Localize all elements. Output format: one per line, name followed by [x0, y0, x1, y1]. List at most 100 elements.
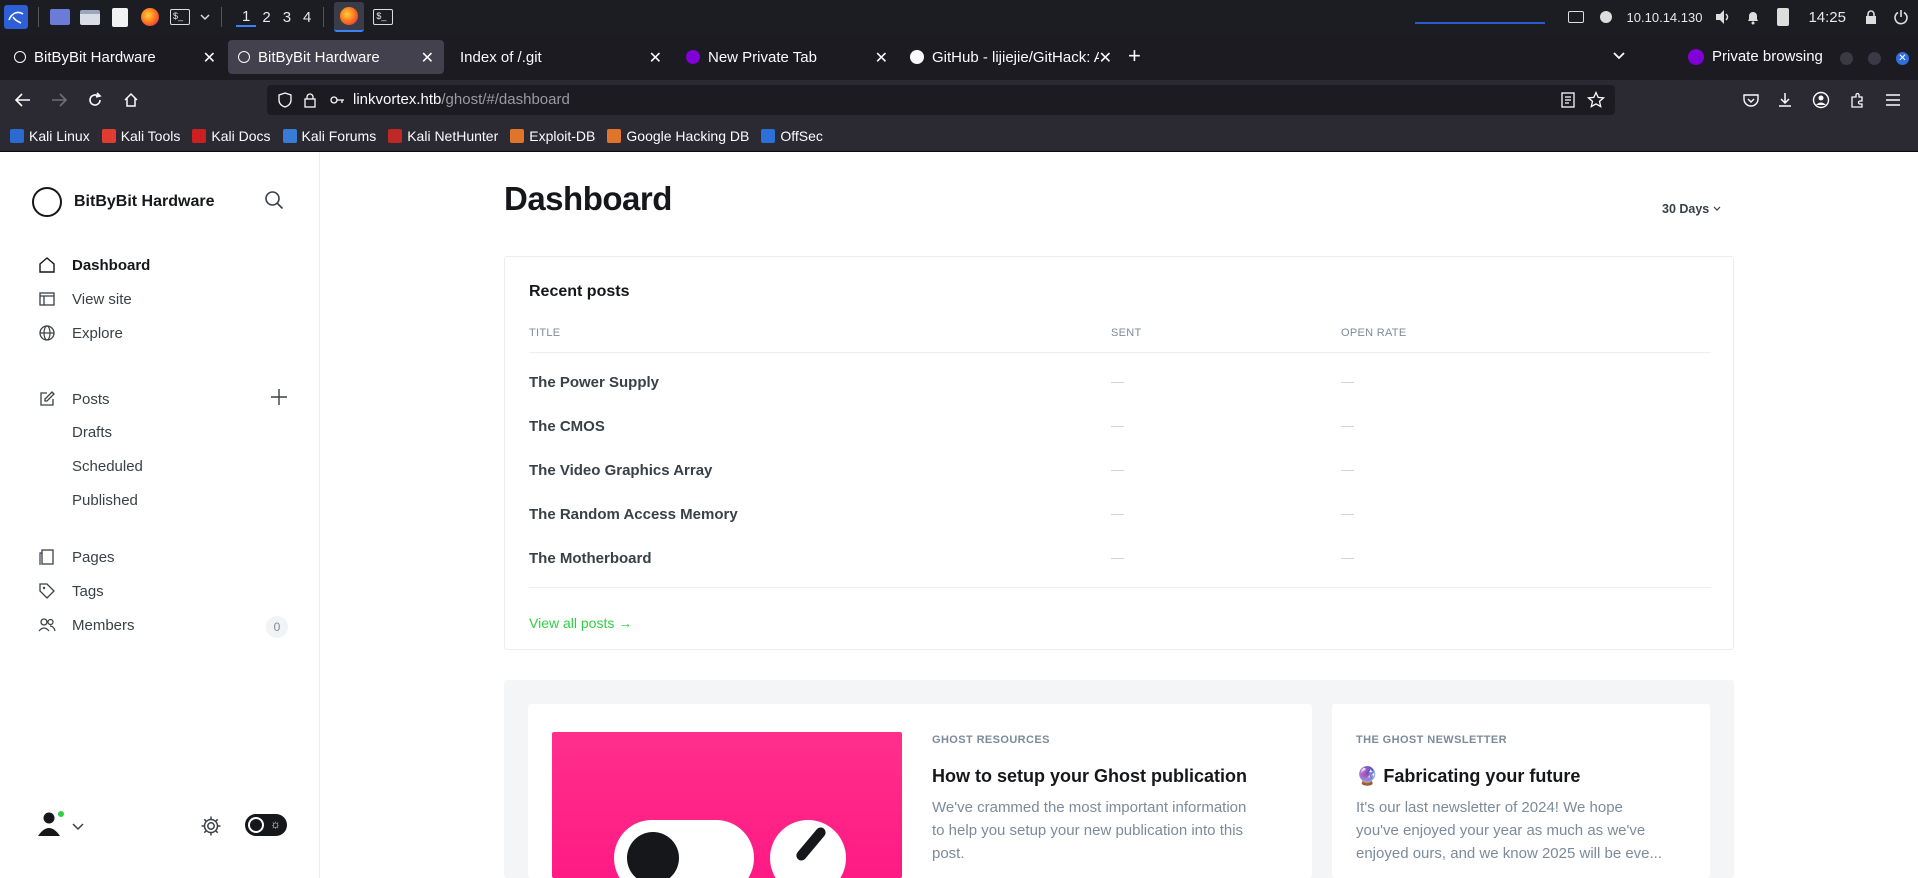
post-row-title[interactable]: The CMOS — [529, 418, 605, 435]
url-bar[interactable]: linkvortex.htb/ghost/#/dashboard — [267, 85, 1615, 115]
close-icon[interactable]: ✕ — [421, 48, 434, 68]
sidebar-item-view-site[interactable]: View site — [38, 290, 132, 308]
bookmark-google-hacking-db[interactable]: Google Hacking DB — [607, 128, 749, 144]
tab-new-private[interactable]: New Private Tab ✕ — [676, 40, 898, 74]
workspace-1[interactable]: 1 — [236, 8, 257, 27]
post-row-title[interactable]: The Motherboard — [529, 550, 652, 567]
view-all-posts-link[interactable]: View all posts → — [529, 615, 632, 631]
post-row-title[interactable]: The Random Access Memory — [529, 506, 738, 523]
close-icon[interactable]: ✕ — [649, 48, 662, 68]
exploit-db-favicon-icon — [510, 128, 525, 143]
bookmark-star-icon[interactable] — [1586, 90, 1606, 114]
kali-docs-favicon-icon — [192, 128, 207, 143]
sidebar-item-published[interactable]: Published — [72, 492, 138, 509]
workspace-switcher[interactable]: 1 2 3 4 — [236, 8, 317, 27]
bookmark-kali-linux[interactable]: Kali Linux — [10, 128, 90, 144]
text-editor-icon[interactable] — [109, 6, 131, 28]
private-browsing-indicator: Private browsing — [1688, 48, 1823, 65]
site-brand[interactable]: BitByBit Hardware — [32, 187, 214, 217]
terminal-icon[interactable]: $_ — [169, 6, 191, 28]
account-icon[interactable] — [1810, 89, 1832, 111]
column-header-title: TITLE — [529, 327, 561, 339]
lock-icon[interactable] — [1860, 6, 1882, 28]
tab-bitbybit-2[interactable]: BitByBit Hardware ✕ — [228, 40, 444, 74]
bookmark-kali-docs[interactable]: Kali Docs — [192, 128, 271, 144]
minimize-button[interactable] — [1840, 52, 1853, 65]
lock-insecure-icon[interactable] — [303, 92, 319, 108]
downloads-icon[interactable] — [1774, 89, 1796, 111]
theme-toggle[interactable]: ☼ — [245, 814, 287, 836]
resource-title[interactable]: How to setup your Ghost publication — [932, 766, 1247, 787]
key-icon[interactable] — [329, 92, 345, 108]
close-icon[interactable]: ✕ — [203, 48, 216, 68]
close-icon[interactable]: ✕ — [875, 48, 888, 68]
shield-icon[interactable] — [277, 92, 293, 108]
site-name: BitByBit Hardware — [74, 193, 215, 210]
post-row-open-rate: — — [1341, 418, 1354, 433]
gear-icon[interactable] — [200, 815, 222, 842]
close-window-button[interactable]: ✕ — [1896, 52, 1909, 65]
ghost-resources-card[interactable]: GHOST RESOURCES How to setup your Ghost … — [528, 704, 1312, 878]
terminal-window-icon[interactable]: $_ — [372, 6, 394, 28]
posts-edit-icon — [38, 390, 56, 408]
chevron-down-icon — [1713, 206, 1721, 211]
sidebar-item-pages[interactable]: Pages — [38, 548, 115, 566]
workspace-3[interactable]: 3 — [277, 9, 297, 26]
url-text[interactable]: linkvortex.htb/ghost/#/dashboard — [353, 91, 570, 109]
display-icon[interactable] — [1565, 6, 1587, 28]
system-taskbar: $_ 1 2 3 4 $_ 10.10.14.130 14:25 — [0, 0, 1918, 34]
forward-button[interactable] — [48, 89, 70, 111]
post-row-title[interactable]: The Video Graphics Array — [529, 462, 712, 479]
workspace-4[interactable]: 4 — [297, 9, 317, 26]
tab-github[interactable]: GitHub - lijiejie/GitHack: A ✕ — [900, 40, 1122, 74]
new-tab-button[interactable]: + — [1128, 45, 1141, 67]
sidebar-item-explore[interactable]: Explore — [38, 324, 123, 342]
date-range-select[interactable]: 30 Days — [1662, 202, 1721, 216]
divider — [529, 352, 1711, 353]
recent-posts-card: Recent posts TITLE SENT OPEN RATE The Po… — [504, 256, 1734, 650]
extensions-icon[interactable] — [1846, 89, 1868, 111]
add-post-button[interactable] — [270, 388, 288, 411]
maximize-button[interactable] — [1868, 52, 1881, 65]
sidebar-item-members[interactable]: Members — [38, 616, 135, 634]
home-button[interactable] — [120, 89, 142, 111]
kali-menu-icon[interactable] — [4, 5, 28, 29]
post-row-sent: — — [1111, 374, 1124, 389]
reader-view-icon[interactable] — [1561, 92, 1575, 113]
bookmark-kali-forums[interactable]: Kali Forums — [282, 128, 376, 144]
pocket-icon[interactable] — [1740, 89, 1762, 111]
volume-icon[interactable] — [1712, 6, 1734, 28]
sidebar-item-scheduled[interactable]: Scheduled — [72, 458, 143, 475]
power-icon[interactable] — [1890, 6, 1912, 28]
file-manager-icon[interactable] — [79, 6, 101, 28]
list-all-tabs-button[interactable] — [1612, 48, 1626, 66]
firefox-window-icon[interactable] — [334, 2, 365, 32]
tab-bitbybit-1[interactable]: BitByBit Hardware ✕ — [4, 40, 226, 74]
newsletter-title[interactable]: 🔮 Fabricating your future — [1356, 766, 1580, 787]
bell-icon[interactable] — [1742, 6, 1764, 28]
hamburger-menu-icon[interactable] — [1882, 89, 1904, 111]
sidebar-item-drafts[interactable]: Drafts — [72, 424, 112, 441]
desktop-icon[interactable] — [49, 6, 71, 28]
github-icon — [910, 50, 924, 64]
reload-button[interactable] — [84, 89, 106, 111]
close-icon[interactable]: ✕ — [1098, 48, 1112, 68]
sidebar-item-tags[interactable]: Tags — [38, 582, 104, 600]
workspace-2[interactable]: 2 — [256, 9, 276, 26]
back-button[interactable] — [12, 89, 34, 111]
sidebar-item-dashboard[interactable]: Dashboard — [38, 256, 150, 274]
firefox-icon[interactable] — [139, 6, 161, 28]
resource-body: We've crammed the most important informa… — [932, 799, 1247, 862]
bookmark-offsec[interactable]: OffSec — [761, 128, 823, 144]
chevron-down-icon[interactable] — [72, 818, 84, 836]
sidebar-item-posts[interactable]: Posts — [38, 390, 110, 408]
bookmark-kali-tools[interactable]: Kali Tools — [101, 128, 180, 144]
tab-index-git[interactable]: Index of /.git ✕ — [450, 40, 672, 74]
ghost-newsletter-card[interactable]: THE GHOST NEWSLETTER 🔮 Fabricating your … — [1332, 704, 1710, 878]
navigation-toolbar: linkvortex.htb/ghost/#/dashboard — [0, 80, 1918, 120]
bookmark-kali-nethunter[interactable]: Kali NetHunter — [388, 128, 498, 144]
chevron-down-icon[interactable] — [199, 6, 211, 28]
post-row-title[interactable]: The Power Supply — [529, 374, 659, 391]
search-icon[interactable] — [264, 190, 284, 215]
bookmark-exploit-db[interactable]: Exploit-DB — [510, 128, 595, 144]
